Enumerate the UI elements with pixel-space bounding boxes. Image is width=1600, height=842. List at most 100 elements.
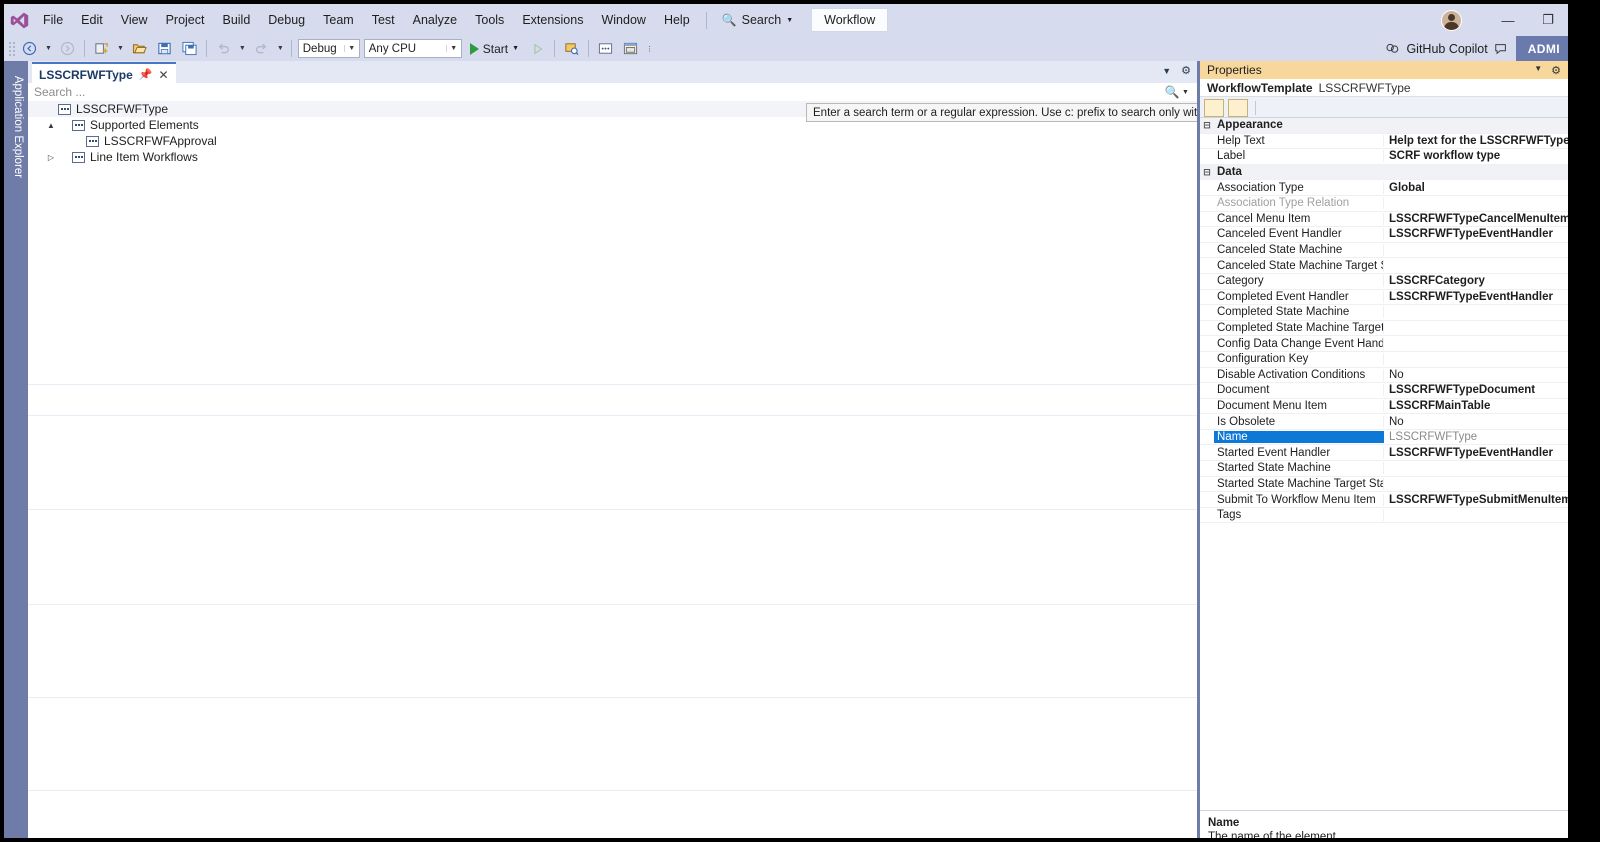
property-row[interactable]: Started Event Handler LSSCRFWFTypeEventHa… bbox=[1200, 445, 1568, 462]
property-row[interactable]: Completed State Machine Target St bbox=[1200, 321, 1568, 337]
property-value[interactable]: LSSCRFWFTypeDocument bbox=[1384, 384, 1568, 396]
category-collapse-icon[interactable]: ⊟ bbox=[1200, 120, 1214, 131]
property-row[interactable]: Category LSSCRFCategory bbox=[1200, 274, 1568, 290]
navigate-back-dropdown-icon[interactable]: ▼ bbox=[42, 45, 55, 52]
property-row[interactable]: Submit To Workflow Menu Item LSSCRFWFType… bbox=[1200, 492, 1568, 508]
search-input[interactable] bbox=[28, 84, 1162, 100]
tab-lsscrfwftype[interactable]: LSSCRFWFType 📌 ✕ bbox=[32, 62, 176, 85]
chevron-down-icon[interactable]: ▼ bbox=[1534, 64, 1542, 77]
redo-dropdown-icon[interactable]: ▼ bbox=[274, 45, 287, 52]
restore-button[interactable]: ❐ bbox=[1528, 4, 1568, 36]
property-value[interactable]: LSSCRFWFTypeEventHandler bbox=[1384, 291, 1568, 303]
menu-item-edit[interactable]: Edit bbox=[72, 9, 112, 31]
property-row[interactable]: Completed State Machine bbox=[1200, 305, 1568, 321]
new-project-icon[interactable] bbox=[89, 38, 114, 59]
sidebar-item-application-explorer[interactable]: Application Explorer bbox=[12, 57, 24, 197]
start-without-debugging-icon[interactable] bbox=[525, 38, 550, 59]
admin-badge[interactable]: ADMI bbox=[1515, 36, 1568, 61]
tree-item-line-item-workflows[interactable]: ▷ Line Item Workflows bbox=[28, 149, 1197, 165]
property-row[interactable]: Document LSSCRFWFTypeDocument bbox=[1200, 383, 1568, 399]
property-row[interactable]: Started State Machine bbox=[1200, 461, 1568, 477]
property-value[interactable]: SCRF workflow type bbox=[1384, 150, 1568, 162]
property-row[interactable]: Canceled Event Handler LSSCRFWFTypeEventH… bbox=[1200, 227, 1568, 243]
start-debug-button[interactable]: Start ▼ bbox=[464, 38, 525, 59]
pin-icon[interactable]: 📌 bbox=[139, 68, 153, 81]
menu-item-analyze[interactable]: Analyze bbox=[404, 9, 466, 31]
avatar[interactable] bbox=[1441, 9, 1462, 31]
property-row[interactable]: Completed Event Handler LSSCRFWFTypeEvent… bbox=[1200, 290, 1568, 306]
categorized-view-icon[interactable] bbox=[1204, 98, 1224, 117]
gear-icon[interactable]: ⚙ bbox=[1551, 64, 1561, 77]
global-search-box[interactable]: 🔍 Search ▼ bbox=[714, 11, 802, 29]
menu-item-test[interactable]: Test bbox=[363, 9, 404, 31]
navigate-back-icon[interactable] bbox=[17, 38, 42, 59]
property-category-row[interactable]: ⊟ Data bbox=[1200, 164, 1568, 181]
solution-tool-icon[interactable] bbox=[593, 38, 618, 59]
menu-item-project[interactable]: Project bbox=[157, 9, 214, 31]
property-row[interactable]: Association Type Global bbox=[1200, 180, 1568, 196]
github-copilot-button[interactable]: GitHub Copilot bbox=[1377, 36, 1515, 61]
attach-to-process-icon[interactable] bbox=[559, 38, 584, 59]
menu-item-help[interactable]: Help bbox=[655, 9, 699, 31]
property-row[interactable]: Help Text Help text for the LSSCRFWFType … bbox=[1200, 134, 1568, 150]
property-row[interactable]: Name LSSCRFWFType bbox=[1200, 430, 1568, 446]
redo-icon[interactable] bbox=[249, 38, 274, 59]
save-icon[interactable] bbox=[152, 38, 177, 59]
menu-item-tools[interactable]: Tools bbox=[466, 9, 513, 31]
property-row[interactable]: Document Menu Item LSSCRFMainTable bbox=[1200, 399, 1568, 415]
property-value[interactable]: LSSCRFMainTable bbox=[1384, 400, 1568, 412]
property-row[interactable]: Canceled State Machine Target Stat bbox=[1200, 258, 1568, 274]
menu-item-view[interactable]: View bbox=[112, 9, 157, 31]
tree-twisty-collapsed[interactable]: ▷ bbox=[44, 153, 58, 162]
menu-item-extensions[interactable]: Extensions bbox=[513, 9, 592, 31]
tree-item-lsscrfwfapproval[interactable]: LSSCRFWFApproval bbox=[28, 133, 1197, 149]
toolbar-grip-icon[interactable] bbox=[8, 40, 17, 57]
workflow-button[interactable]: Workflow bbox=[811, 8, 889, 32]
chevron-down-icon[interactable]: ▼ bbox=[1162, 66, 1171, 76]
window-layout-icon[interactable] bbox=[618, 38, 643, 59]
property-value[interactable]: No bbox=[1384, 369, 1568, 381]
property-row[interactable]: Association Type Relation bbox=[1200, 196, 1568, 212]
properties-grid[interactable]: ⊟ Appearance Help Text Help text for the LS… bbox=[1200, 118, 1568, 810]
menu-item-build[interactable]: Build bbox=[213, 9, 259, 31]
menu-item-team[interactable]: Team bbox=[314, 9, 363, 31]
property-row[interactable]: Configuration Key bbox=[1200, 352, 1568, 368]
alphabetical-view-icon[interactable] bbox=[1228, 98, 1248, 117]
solution-configuration-combo[interactable]: Debug ▼ bbox=[297, 39, 360, 58]
property-value[interactable]: LSSCRFCategory bbox=[1384, 275, 1568, 287]
save-all-icon[interactable] bbox=[177, 38, 202, 59]
chevron-down-icon[interactable]: ▼ bbox=[1182, 89, 1197, 96]
property-value[interactable]: LSSCRFWFTypeEventHandler bbox=[1384, 447, 1568, 459]
property-value[interactable]: No bbox=[1384, 416, 1568, 428]
events-view-icon[interactable] bbox=[1285, 100, 1303, 116]
property-value[interactable]: LSSCRFWFTypeEventHandler bbox=[1384, 228, 1568, 240]
minimize-button[interactable]: — bbox=[1488, 4, 1528, 36]
close-icon[interactable]: ✕ bbox=[158, 68, 168, 82]
property-row[interactable]: Disable Activation Conditions No bbox=[1200, 368, 1568, 384]
property-row[interactable]: Cancel Menu Item LSSCRFWFTypeCancelMenuIt… bbox=[1200, 212, 1568, 228]
toolbar-overflow-icon[interactable]: ⋮ bbox=[643, 45, 656, 53]
property-row[interactable]: Canceled State Machine bbox=[1200, 243, 1568, 259]
property-row[interactable]: Tags bbox=[1200, 508, 1568, 524]
properties-view-icon[interactable] bbox=[1263, 100, 1281, 116]
search-icon[interactable]: 🔍 bbox=[1162, 85, 1182, 99]
property-row[interactable]: Config Data Change Event Handler bbox=[1200, 336, 1568, 352]
navigate-forward-icon[interactable] bbox=[55, 38, 80, 59]
gear-icon[interactable]: ⚙ bbox=[1181, 64, 1191, 77]
menu-item-window[interactable]: Window bbox=[592, 9, 654, 31]
tree-twisty-expanded[interactable]: ▲ bbox=[44, 121, 58, 130]
menu-item-file[interactable]: File bbox=[34, 9, 72, 31]
open-file-icon[interactable] bbox=[127, 38, 152, 59]
new-project-dropdown-icon[interactable]: ▼ bbox=[114, 45, 127, 52]
property-value[interactable]: Help text for the LSSCRFWFType workflow bbox=[1384, 135, 1568, 147]
solution-platform-combo[interactable]: Any CPU ▼ bbox=[363, 39, 462, 58]
property-value[interactable]: LSSCRFWFTypeCancelMenuItem bbox=[1384, 213, 1568, 225]
undo-dropdown-icon[interactable]: ▼ bbox=[236, 45, 249, 52]
properties-object-selector[interactable]: WorkflowTemplate LSSCRFWFType bbox=[1200, 79, 1568, 97]
property-row[interactable]: Started State Machine Target State bbox=[1200, 477, 1568, 493]
property-row[interactable]: Is Obsolete No bbox=[1200, 414, 1568, 430]
property-value[interactable]: LSSCRFWFTypeSubmitMenuItem bbox=[1384, 494, 1568, 506]
property-value[interactable]: LSSCRFWFType bbox=[1384, 431, 1568, 443]
undo-icon[interactable] bbox=[211, 38, 236, 59]
property-row[interactable]: Label SCRF workflow type bbox=[1200, 149, 1568, 165]
